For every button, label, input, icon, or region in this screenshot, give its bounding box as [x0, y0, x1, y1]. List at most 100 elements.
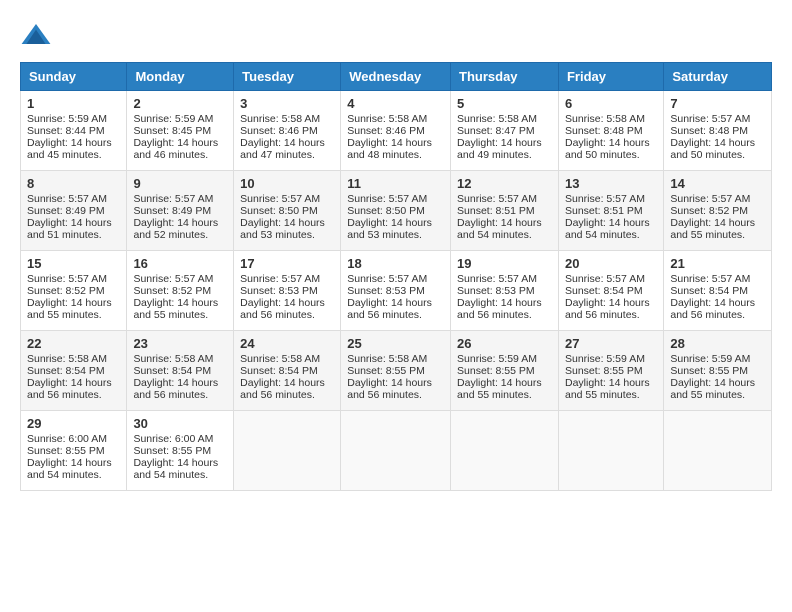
day-number: 7 — [670, 96, 765, 111]
day-header-monday: Monday — [127, 63, 234, 91]
day-number: 10 — [240, 176, 334, 191]
daylight-label: Daylight: 14 hours — [133, 137, 218, 149]
calendar-cell — [664, 411, 772, 491]
daylight-minutes: and 52 minutes. — [133, 229, 208, 241]
sunrise-label: Sunrise: 5:57 AM — [133, 193, 213, 205]
day-number: 19 — [457, 256, 552, 271]
calendar-header-row: SundayMondayTuesdayWednesdayThursdayFrid… — [21, 63, 772, 91]
day-number: 5 — [457, 96, 552, 111]
calendar-cell: 22Sunrise: 5:58 AMSunset: 8:54 PMDayligh… — [21, 331, 127, 411]
sunrise-label: Sunrise: 5:57 AM — [27, 193, 107, 205]
sunrise-label: Sunrise: 5:59 AM — [457, 353, 537, 365]
day-number: 14 — [670, 176, 765, 191]
daylight-minutes: and 56 minutes. — [565, 309, 640, 321]
daylight-label: Daylight: 14 hours — [240, 217, 325, 229]
logo-icon — [20, 20, 52, 52]
daylight-label: Daylight: 14 hours — [457, 217, 542, 229]
sunrise-label: Sunrise: 5:59 AM — [27, 113, 107, 125]
daylight-minutes: and 56 minutes. — [347, 389, 422, 401]
calendar-cell: 21Sunrise: 5:57 AMSunset: 8:54 PMDayligh… — [664, 251, 772, 331]
sunrise-label: Sunrise: 5:58 AM — [27, 353, 107, 365]
sunset-label: Sunset: 8:53 PM — [240, 285, 318, 297]
calendar-cell: 26Sunrise: 5:59 AMSunset: 8:55 PMDayligh… — [451, 331, 559, 411]
day-number: 21 — [670, 256, 765, 271]
sunrise-label: Sunrise: 5:58 AM — [240, 353, 320, 365]
daylight-label: Daylight: 14 hours — [133, 217, 218, 229]
daylight-label: Daylight: 14 hours — [347, 217, 432, 229]
sunrise-label: Sunrise: 5:57 AM — [670, 113, 750, 125]
sunrise-label: Sunrise: 5:58 AM — [457, 113, 537, 125]
daylight-minutes: and 53 minutes. — [240, 229, 315, 241]
day-number: 25 — [347, 336, 444, 351]
daylight-minutes: and 49 minutes. — [457, 149, 532, 161]
sunrise-label: Sunrise: 5:57 AM — [457, 273, 537, 285]
daylight-minutes: and 56 minutes. — [347, 309, 422, 321]
sunset-label: Sunset: 8:55 PM — [670, 365, 748, 377]
daylight-label: Daylight: 14 hours — [670, 217, 755, 229]
sunset-label: Sunset: 8:50 PM — [240, 205, 318, 217]
sunset-label: Sunset: 8:50 PM — [347, 205, 425, 217]
day-number: 2 — [133, 96, 227, 111]
daylight-label: Daylight: 14 hours — [27, 217, 112, 229]
sunrise-label: Sunrise: 5:57 AM — [565, 193, 645, 205]
calendar-cell: 16Sunrise: 5:57 AMSunset: 8:52 PMDayligh… — [127, 251, 234, 331]
calendar-cell: 5Sunrise: 5:58 AMSunset: 8:47 PMDaylight… — [451, 91, 559, 171]
sunset-label: Sunset: 8:48 PM — [565, 125, 643, 137]
sunset-label: Sunset: 8:55 PM — [347, 365, 425, 377]
daylight-label: Daylight: 14 hours — [27, 137, 112, 149]
sunrise-label: Sunrise: 5:58 AM — [347, 113, 427, 125]
daylight-minutes: and 45 minutes. — [27, 149, 102, 161]
calendar-cell: 27Sunrise: 5:59 AMSunset: 8:55 PMDayligh… — [558, 331, 663, 411]
calendar-cell: 1 Sunrise: 5:59 AMSunset: 8:44 PMDaylight… — [21, 91, 127, 171]
calendar-week-3: 15Sunrise: 5:57 AMSunset: 8:52 PMDayligh… — [21, 251, 772, 331]
sunrise-label: Sunrise: 5:57 AM — [347, 273, 427, 285]
sunset-label: Sunset: 8:44 PM — [27, 125, 105, 137]
daylight-minutes: and 50 minutes. — [565, 149, 640, 161]
sunset-label: Sunset: 8:55 PM — [133, 445, 211, 457]
daylight-minutes: and 56 minutes. — [670, 309, 745, 321]
calendar-cell — [234, 411, 341, 491]
sunset-label: Sunset: 8:49 PM — [27, 205, 105, 217]
daylight-label: Daylight: 14 hours — [240, 377, 325, 389]
sunrise-label: Sunrise: 6:00 AM — [133, 433, 213, 445]
daylight-label: Daylight: 14 hours — [457, 297, 542, 309]
day-number: 6 — [565, 96, 657, 111]
daylight-label: Daylight: 14 hours — [565, 137, 650, 149]
day-number: 12 — [457, 176, 552, 191]
calendar-table: SundayMondayTuesdayWednesdayThursdayFrid… — [20, 62, 772, 491]
daylight-minutes: and 54 minutes. — [133, 469, 208, 481]
sunrise-label: Sunrise: 5:58 AM — [347, 353, 427, 365]
daylight-minutes: and 56 minutes. — [240, 389, 315, 401]
daylight-label: Daylight: 14 hours — [133, 457, 218, 469]
day-header-tuesday: Tuesday — [234, 63, 341, 91]
sunset-label: Sunset: 8:51 PM — [565, 205, 643, 217]
day-number: 30 — [133, 416, 227, 431]
day-number: 16 — [133, 256, 227, 271]
daylight-label: Daylight: 14 hours — [133, 297, 218, 309]
daylight-minutes: and 55 minutes. — [565, 389, 640, 401]
day-number: 24 — [240, 336, 334, 351]
sunrise-label: Sunrise: 5:57 AM — [240, 193, 320, 205]
logo — [20, 20, 56, 52]
daylight-minutes: and 56 minutes. — [240, 309, 315, 321]
day-number: 1 — [27, 96, 120, 111]
calendar-cell: 10 Sunrise: 5:57 AMSunset: 8:50 PMDayligh… — [234, 171, 341, 251]
calendar-cell: 9Sunrise: 5:57 AMSunset: 8:49 PMDaylight… — [127, 171, 234, 251]
sunset-label: Sunset: 8:53 PM — [347, 285, 425, 297]
calendar-week-5: 29Sunrise: 6:00 AMSunset: 8:55 PMDayligh… — [21, 411, 772, 491]
daylight-label: Daylight: 14 hours — [565, 377, 650, 389]
sunrise-label: Sunrise: 5:57 AM — [347, 193, 427, 205]
daylight-label: Daylight: 14 hours — [457, 137, 542, 149]
calendar-cell: 12Sunrise: 5:57 AMSunset: 8:51 PMDayligh… — [451, 171, 559, 251]
calendar-cell — [558, 411, 663, 491]
daylight-minutes: and 47 minutes. — [240, 149, 315, 161]
sunrise-label: Sunrise: 5:57 AM — [565, 273, 645, 285]
day-number: 13 — [565, 176, 657, 191]
daylight-minutes: and 56 minutes. — [27, 389, 102, 401]
daylight-minutes: and 53 minutes. — [347, 229, 422, 241]
sunrise-label: Sunrise: 5:59 AM — [670, 353, 750, 365]
day-number: 11 — [347, 176, 444, 191]
calendar-cell: 23Sunrise: 5:58 AMSunset: 8:54 PMDayligh… — [127, 331, 234, 411]
calendar-cell: 4Sunrise: 5:58 AMSunset: 8:46 PMDaylight… — [341, 91, 451, 171]
daylight-label: Daylight: 14 hours — [565, 297, 650, 309]
